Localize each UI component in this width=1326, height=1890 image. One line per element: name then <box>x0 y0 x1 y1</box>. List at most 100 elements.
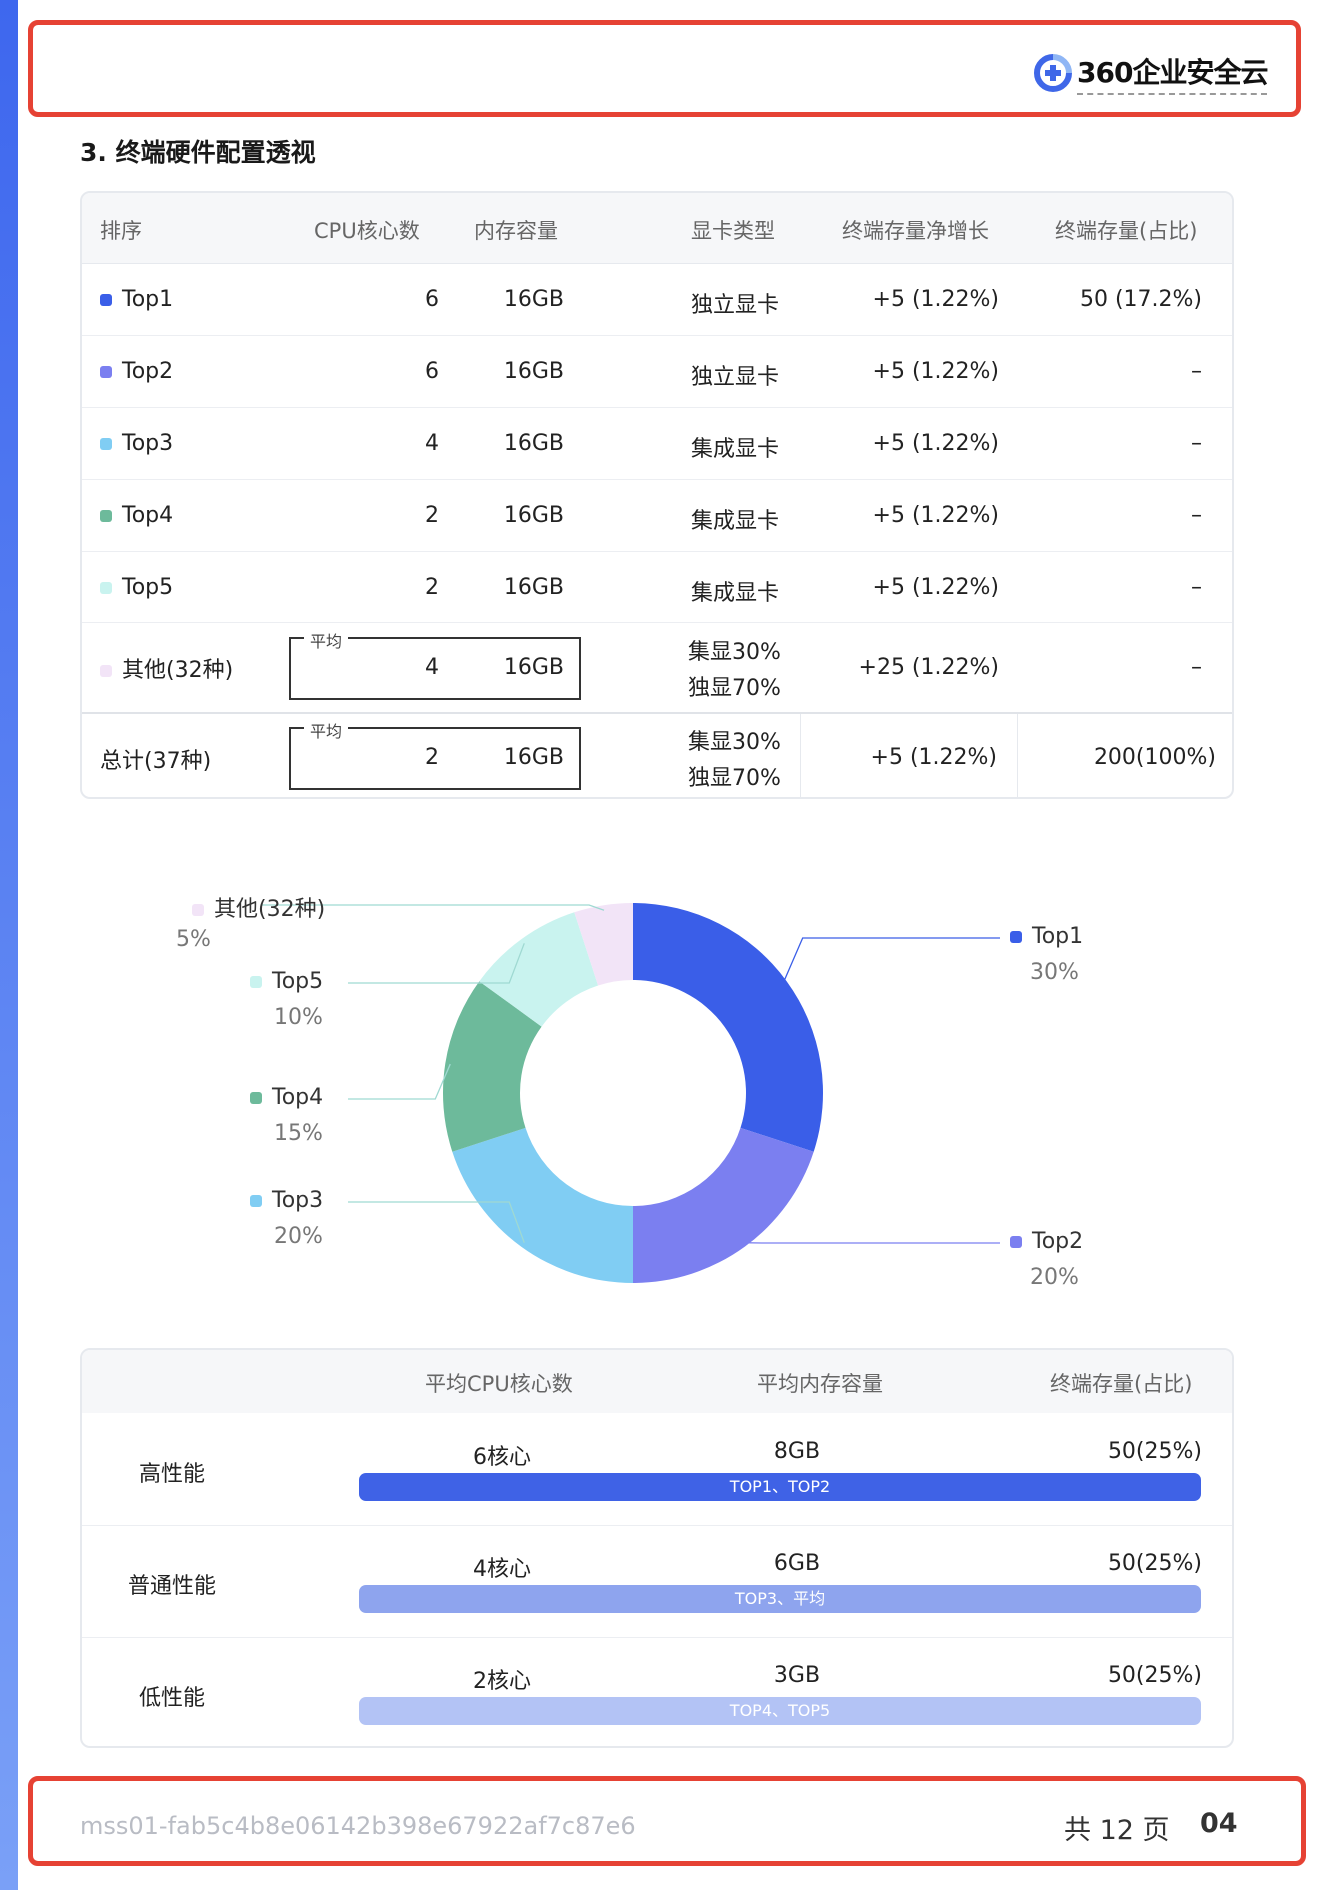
other-gpu-integrated: 集显30% <box>688 640 781 665</box>
other-avg-label: 平均 <box>304 628 349 652</box>
row-divider <box>82 335 1232 336</box>
legend-value: 20% <box>1030 1265 1079 1290</box>
table-row-name: Top1 <box>100 287 173 312</box>
legend-item-6: 其他(32种) <box>192 891 325 923</box>
header-stock: 终端存量(占比) <box>1055 219 1198 243</box>
row-growth: +5 (1.22%) <box>872 503 999 528</box>
legend-item-1: Top1 <box>1010 924 1083 949</box>
row-divider <box>82 1637 1232 1638</box>
other-growth: +25 (1.22%) <box>858 655 999 680</box>
tier-cpu: 4核心 <box>473 1557 531 1582</box>
row-gpu: 集成显卡 <box>691 581 780 606</box>
row-label: Top2 <box>122 359 174 384</box>
legend-swatch <box>100 294 112 306</box>
legend-swatch <box>100 665 112 677</box>
legend-swatch <box>250 1092 262 1104</box>
legend-swatch <box>100 366 112 378</box>
legend-swatch <box>250 1195 262 1207</box>
tier-mem: 8GB <box>773 1439 821 1464</box>
other-cpu: 4 <box>425 655 439 680</box>
other-row-name: 其他(32种) <box>100 652 233 684</box>
row-mem: 16GB <box>503 287 564 312</box>
tier-mem: 6GB <box>773 1551 821 1576</box>
row-divider <box>82 1525 1232 1526</box>
legend-value: 5% <box>176 927 211 952</box>
other-mem: 16GB <box>503 655 564 680</box>
row-gpu: 独立显卡 <box>691 365 780 390</box>
other-stock: – <box>1191 655 1202 680</box>
row-growth: +5 (1.22%) <box>872 431 999 456</box>
legend-swatch <box>1010 1236 1022 1248</box>
total-stock: 200(100%) <box>1093 745 1216 770</box>
total-row-name: 总计(37种) <box>100 749 212 774</box>
tier-stock: 50(25%) <box>1107 1439 1202 1464</box>
page-number: 04 <box>1200 1808 1238 1839</box>
legend-label: Top2 <box>1032 1229 1084 1254</box>
table-row-name: Top2 <box>100 359 173 384</box>
row-mem: 16GB <box>503 359 564 384</box>
legend-value: 10% <box>274 1005 323 1030</box>
logo-text: 360企业安全云 <box>1077 51 1268 95</box>
tier-stock: 50(25%) <box>1107 1663 1202 1688</box>
legend-swatch <box>100 582 112 594</box>
row-cpu: 6 <box>425 287 439 312</box>
legend-label: Top5 <box>272 969 324 994</box>
row-stock: – <box>1191 503 1202 528</box>
document-id: mss01-fab5c4b8e06142b398e67922af7c87e6 <box>80 1812 636 1840</box>
legend-swatch <box>100 510 112 522</box>
row-gpu: 集成显卡 <box>691 509 780 534</box>
header-avg-mem: 平均内存容量 <box>757 1372 883 1396</box>
tier-bar: TOP3、平均 <box>359 1585 1201 1613</box>
tier-cpu: 6核心 <box>473 1445 531 1470</box>
header-rank: 排序 <box>100 219 142 243</box>
legend-label: Top3 <box>272 1188 324 1213</box>
leader-line <box>782 937 1000 985</box>
row-stock: – <box>1191 431 1202 456</box>
tier-name: 高性能 <box>138 1462 205 1487</box>
row-mem: 16GB <box>503 575 564 600</box>
donut-slice <box>633 903 823 1152</box>
legend-swatch <box>250 976 262 988</box>
table-row-name: Top4 <box>100 503 173 528</box>
legend-item-5: Top5 <box>250 969 323 994</box>
total-avg-label: 平均 <box>304 718 349 742</box>
row-growth: +5 (1.22%) <box>872 359 999 384</box>
donut-slice <box>452 1127 633 1283</box>
header-growth: 终端存量净增长 <box>842 219 989 243</box>
row-growth: +5 (1.22%) <box>872 287 999 312</box>
row-mem: 16GB <box>503 503 564 528</box>
legend-swatch <box>1010 931 1022 943</box>
header-gpu: 显卡类型 <box>691 219 775 243</box>
tier-bar: TOP1、TOP2 <box>359 1473 1201 1501</box>
total-divider <box>82 712 1232 714</box>
tier-name: 低性能 <box>138 1686 205 1711</box>
legend-value: 20% <box>274 1224 323 1249</box>
performance-tier-table: 平均CPU核心数 平均内存容量 终端存量(占比) 高性能 6核心 8GB 50(25%… <box>80 1348 1234 1748</box>
legend-label: 其他(32种) <box>214 897 326 922</box>
tier-name: 普通性能 <box>127 1574 216 1599</box>
row-cpu: 4 <box>425 431 439 456</box>
legend-swatch <box>192 904 204 916</box>
leader-line <box>348 1063 451 1100</box>
row-label: Top1 <box>122 287 174 312</box>
row-divider <box>82 622 1232 623</box>
legend-label: Top4 <box>272 1085 324 1110</box>
row-label: Top4 <box>122 503 174 528</box>
legend-item-4: Top4 <box>250 1085 323 1110</box>
other-name-label: 其他(32种) <box>122 658 234 683</box>
legend-value: 30% <box>1030 960 1079 985</box>
legend-value: 15% <box>274 1121 323 1146</box>
legend-item-3: Top3 <box>250 1188 323 1213</box>
legend-swatch <box>100 438 112 450</box>
row-gpu: 集成显卡 <box>691 437 780 462</box>
row-mem: 16GB <box>503 431 564 456</box>
table-row-name: Top5 <box>100 575 173 600</box>
row-label: Top3 <box>122 431 174 456</box>
header-cpu: CPU核心数 <box>314 219 420 243</box>
legend-label: Top1 <box>1032 924 1084 949</box>
tier-bar: TOP4、TOP5 <box>359 1697 1201 1725</box>
row-cpu: 2 <box>425 575 439 600</box>
row-label: Top5 <box>122 575 174 600</box>
hardware-config-table: 排序 CPU核心数 内存容量 显卡类型 终端存量净增长 终端存量(占比) Top… <box>80 191 1234 799</box>
row-growth: +5 (1.22%) <box>872 575 999 600</box>
